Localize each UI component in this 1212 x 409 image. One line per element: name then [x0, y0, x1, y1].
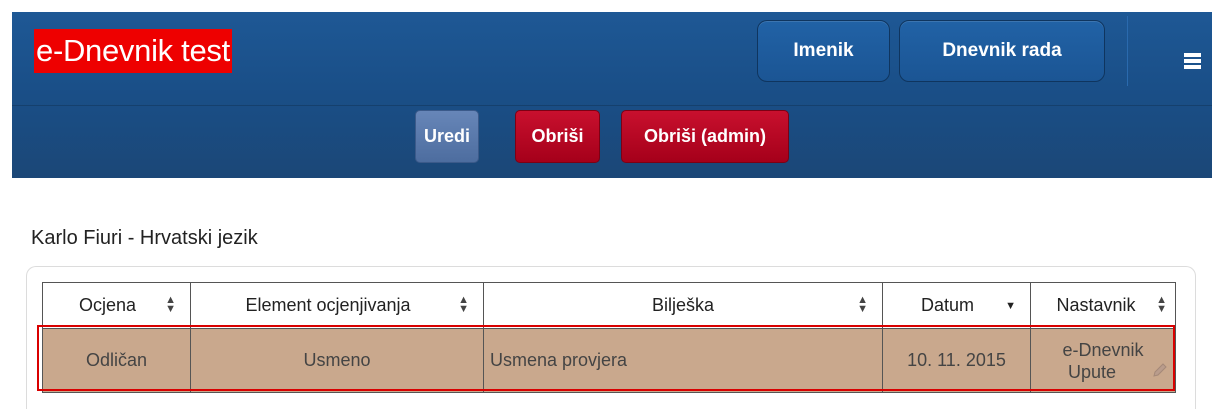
edit-button[interactable]: Uredi: [415, 110, 479, 163]
table-row[interactable]: Odličan Usmeno Usmena provjera 10. 11. 2…: [42, 328, 1176, 393]
hamburger-icon[interactable]: [1184, 53, 1201, 69]
column-header-ocjena[interactable]: Ocjena ▲ ▼: [42, 282, 191, 329]
column-header-nastavnik[interactable]: Nastavnik ▲ ▼: [1030, 282, 1176, 329]
delete-button[interactable]: Obriši: [515, 110, 600, 163]
cell-ocjena: Odličan: [42, 328, 191, 393]
sort-icon: ▲ ▼: [857, 294, 868, 315]
dnevnik-rada-button[interactable]: Dnevnik rada: [899, 20, 1105, 82]
cell-datum: 10. 11. 2015: [882, 328, 1031, 393]
cell-biljeska: Usmena provjera: [483, 328, 883, 393]
sort-desc-icon: ▼: [1005, 300, 1016, 312]
column-header-datum[interactable]: Datum ▼: [882, 282, 1031, 329]
page-title: Karlo Fiuri - Hrvatski jezik: [31, 227, 258, 249]
column-header-biljeska[interactable]: Bilješka ▲ ▼: [483, 282, 883, 329]
sort-icon: ▲ ▼: [165, 294, 176, 315]
sort-icon: ▲ ▼: [458, 294, 469, 315]
cell-element: Usmeno: [190, 328, 484, 393]
nav-divider: [1127, 16, 1128, 86]
grades-table: Ocjena ▲ ▼ Element ocjenjivanja ▲ ▼ Bilješka…: [42, 282, 1176, 393]
teacher-name-line1: e-Dnevnik: [1062, 339, 1144, 360]
delete-admin-button[interactable]: Obriši (admin): [621, 110, 789, 163]
column-header-element[interactable]: Element ocjenjivanja ▲ ▼: [190, 282, 484, 329]
top-bar: e-Dnevnik test Imenik Dnevnik rada: [12, 12, 1212, 106]
sort-icon: ▲ ▼: [1156, 294, 1167, 315]
table-header-row: Ocjena ▲ ▼ Element ocjenjivanja ▲ ▼ Bilješka…: [42, 282, 1176, 329]
brand-title[interactable]: e-Dnevnik test: [34, 29, 232, 73]
teacher-name-line2: Upute: [1067, 361, 1117, 382]
cell-nastavnik: e-Dnevnik Upute: [1030, 328, 1176, 393]
app-header: e-Dnevnik test Imenik Dnevnik rada Uredi…: [12, 12, 1212, 178]
imenik-button[interactable]: Imenik: [757, 20, 890, 82]
pencil-icon[interactable]: [1151, 361, 1169, 379]
